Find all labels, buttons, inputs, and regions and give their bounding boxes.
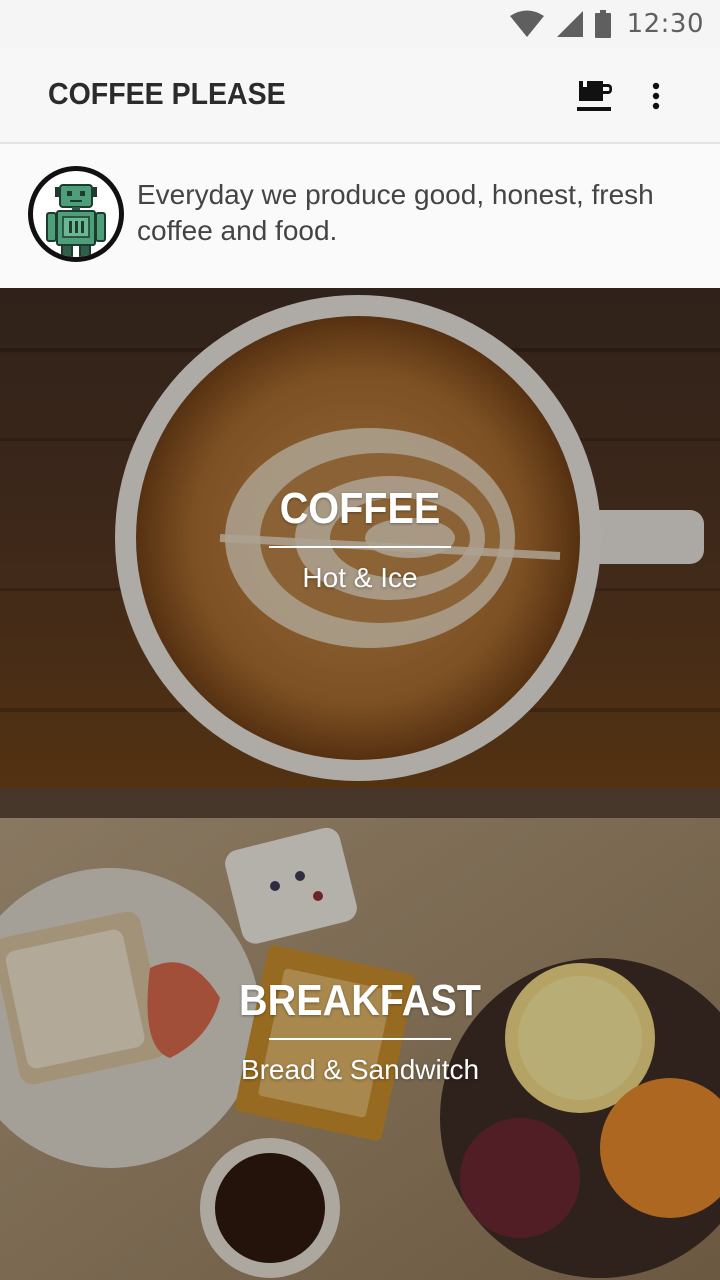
more-options-button[interactable]: [634, 74, 678, 118]
category-subtitle: Bread & Sandwitch: [240, 1054, 480, 1085]
coffee-cup-icon: [577, 81, 612, 111]
category-title: COFFEE: [279, 484, 441, 533]
category-card-coffee[interactable]: COFFEE Hot & Ice: [0, 288, 720, 788]
coffee-label: COFFEE Hot & Ice: [0, 484, 720, 594]
breakfast-label: BREAKFAST Bread & Sandwitch: [0, 976, 720, 1086]
avatar: [28, 166, 124, 262]
divider: [269, 1038, 451, 1040]
category-subtitle: Hot & Ice: [302, 562, 418, 593]
status-time: 12:30: [626, 9, 704, 39]
intro-text: Everyday we produce good, honest, fresh …: [137, 179, 654, 246]
robot-icon: [46, 184, 106, 257]
status-icons: 12:30: [509, 8, 704, 40]
cell-signal-icon: [556, 11, 583, 37]
intro-banner: Everyday we produce good, honest, fresh …: [0, 146, 720, 288]
status-bar: 12:30: [0, 0, 720, 48]
coffee-cup-button[interactable]: [573, 74, 617, 118]
app-toolbar: COFFEE PLEASE: [0, 48, 720, 144]
more-vert-icon: [652, 82, 660, 110]
wifi-icon: [509, 10, 544, 37]
divider: [269, 546, 451, 548]
category-title: BREAKFAST: [238, 976, 482, 1025]
app-title: COFFEE PLEASE: [48, 76, 286, 111]
category-card-breakfast[interactable]: BREAKFAST Bread & Sandwitch: [0, 788, 720, 1280]
battery-icon: [594, 10, 611, 38]
